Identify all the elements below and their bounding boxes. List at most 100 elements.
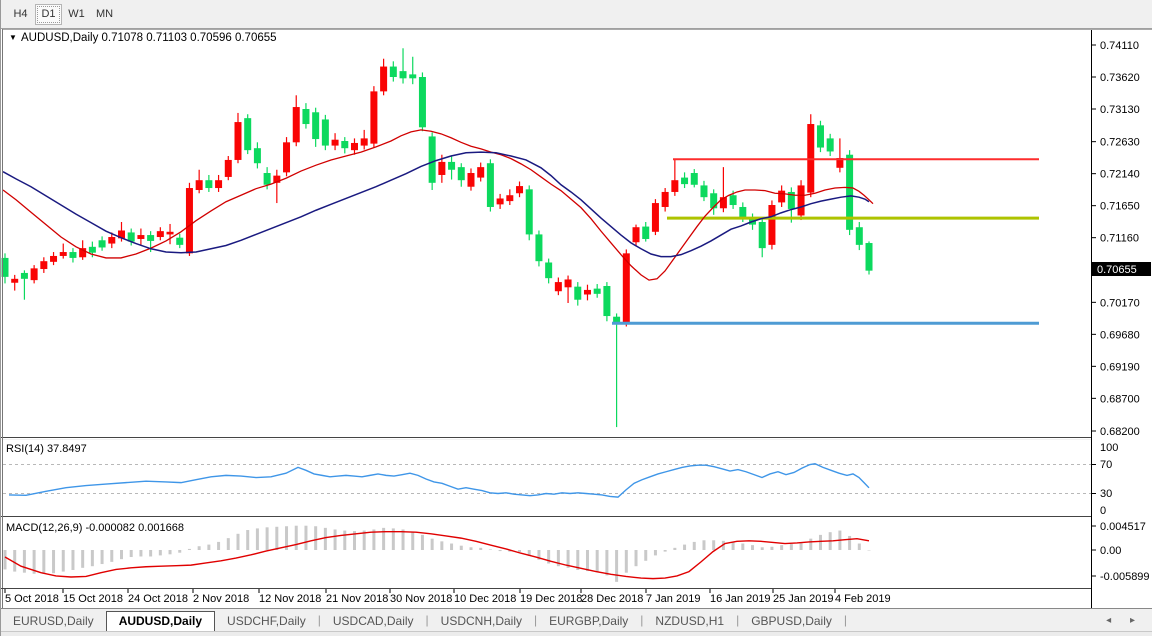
candle-body-down [400,71,407,78]
candle-body-down [244,118,251,150]
terminal-window: H4D1W1MN 0.741100.736200.731300.726300.7… [0,0,1152,636]
candle-body-up [633,227,640,242]
candle-body-down [535,234,542,261]
candle-body-down [322,119,329,145]
candle-body-up [108,237,115,244]
candle-body-down [429,136,436,182]
candle-body-up [506,195,513,201]
price-axis-label: 0.71160 [1100,233,1139,245]
candle-body-up [293,107,300,142]
rsi-axis-label: 70 [1100,459,1112,471]
symbol-dropdown-icon: ▼ [9,33,17,42]
candle-body-up [380,67,387,92]
candle-body-up [662,192,669,207]
candle-body-down [21,273,28,279]
candle-body-up [768,205,775,245]
candle-body-down [341,141,348,148]
chart-title: AUDUSD,Daily 0.71078 0.71103 0.70596 0.7… [21,32,277,44]
candle-body-up [137,235,144,239]
date-axis-label: 4 Feb 2019 [835,593,891,605]
candle-body-down [205,180,212,188]
chart-tab-usdcad[interactable]: USDCAD,Daily [321,611,426,632]
candle-body-down [856,227,863,245]
candle-body-down [264,173,271,185]
macd-indicator-label: MACD(12,26,9) -0.000082 0.001668 [6,522,184,534]
date-axis-label: 15 Oct 2018 [63,593,123,605]
candle-body-up [283,142,290,172]
candle-body-down [302,109,309,124]
candle-body-up [167,232,174,235]
price-axis-label: 0.69680 [1100,329,1140,341]
candle-body-down [710,193,717,208]
candle-body-down [254,148,261,163]
candle-body-down [526,189,533,234]
price-axis-label: 0.71650 [1100,201,1140,213]
date-axis-label: 12 Nov 2018 [259,593,321,605]
candle-body-up [234,122,241,160]
candle-body-down [545,262,552,278]
chart-tab-audusd[interactable]: AUDUSD,Daily [106,611,215,632]
candle-body-down [487,163,494,207]
price-axis-label: 0.69190 [1100,361,1140,373]
candle-body-up [516,186,523,193]
candle-body-up [40,261,47,269]
rsi-axis-label: 100 [1100,442,1118,454]
chart-tab-eurusd[interactable]: EURUSD,Daily [1,611,106,632]
candle-body-up [671,180,678,192]
candle-body-down [827,138,834,151]
candle-body-up [215,180,222,188]
price-axis-label: 0.68700 [1100,393,1140,405]
chart-tab-gbpusd[interactable]: GBPUSD,Daily [739,611,844,632]
candle-body-down [448,162,455,170]
candle-body-up [11,279,18,283]
candle-body-up [467,173,474,187]
price-axis-label: 0.70170 [1100,297,1140,309]
candle-body-up [351,143,358,150]
price-axis-label: 0.72140 [1100,169,1140,181]
date-axis-label: 7 Jan 2019 [646,593,700,605]
candle-body-down [603,286,610,316]
status-bar [1,631,1152,636]
candle-body-up [798,185,805,215]
candle-body-down [700,185,707,197]
candle-body-up [438,162,445,175]
separator-gap [2,440,1092,441]
candle-body-down [409,74,416,78]
chart-tab-usdchf[interactable]: USDCHF,Daily [215,611,318,632]
candle-body-up [31,268,38,280]
candle-body-down [419,77,426,127]
rsi-axis-label: 0 [1100,505,1106,517]
tab-scroll-arrows-icon[interactable]: ◂ ▸ [1106,615,1143,631]
candle-body-down [817,125,824,147]
candle-body-down [730,195,737,205]
price-axis-label: 0.73130 [1100,104,1140,116]
chart-canvas[interactable]: 0.741100.736200.731300.726300.721400.716… [1,0,1152,636]
date-axis-label: 10 Dec 2018 [454,593,516,605]
candle-body-down [642,227,649,239]
date-axis-label: 21 Nov 2018 [326,593,388,605]
candle-body-down [176,238,183,245]
price-axis-label: 0.74110 [1100,40,1139,52]
chart-tab-eurgbp[interactable]: EURGBP,Daily [537,611,640,632]
candle-body-up [186,188,193,253]
candle-body-down [739,207,746,218]
candle-body-down [69,252,76,258]
candle-body-up [497,198,504,204]
date-axis-label: 30 Nov 2018 [390,593,452,605]
candle-body-down [759,222,766,248]
price-axis-label: 0.68200 [1100,426,1140,438]
chart-tab-usdcnh[interactable]: USDCNH,Daily [429,611,534,632]
chart-tab-bar: EURUSD,DailyAUDUSD,DailyUSDCHF,Daily|USD… [1,608,1152,631]
date-axis-label: 2 Nov 2018 [193,593,249,605]
candle-body-up [196,180,203,190]
macd-axis-label: -0.005899 [1100,571,1150,583]
chart-tab-nzdusd[interactable]: NZDUSD,H1 [643,611,736,632]
candle-body-up [370,91,377,143]
candle-body-down [574,287,581,300]
candle-body-down [147,235,154,241]
candle-body-up [157,231,164,237]
rsi-axis-label: 30 [1100,488,1112,500]
candle-body-up [778,191,785,203]
current-price-label: 0.70655 [1097,264,1137,276]
candle-body-up [565,279,572,287]
